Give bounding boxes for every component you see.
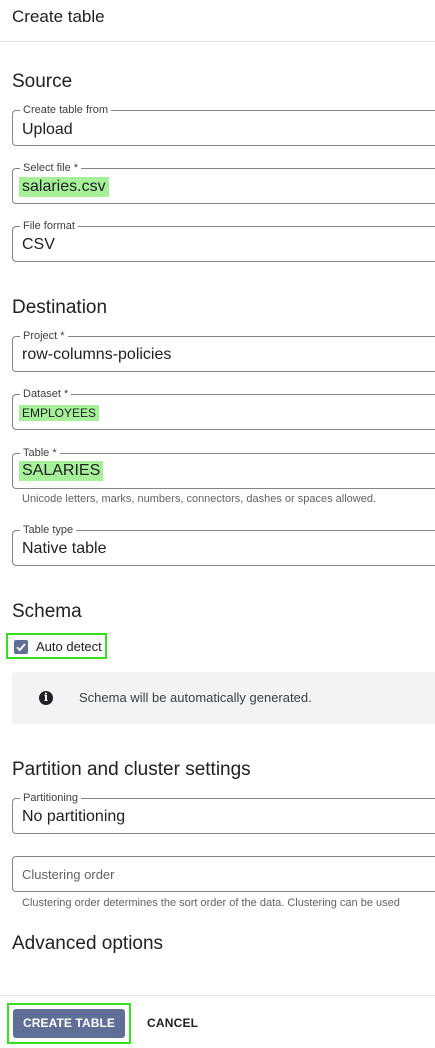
- file-format-value: CSV: [22, 236, 55, 253]
- dialog-title: Create table: [12, 7, 105, 26]
- checkbox-checked-icon[interactable]: [14, 640, 28, 654]
- source-section-title: Source: [12, 71, 73, 92]
- table-type-select[interactable]: Table type Native table: [12, 524, 435, 566]
- schema-info-box: i Schema will be automatically generated…: [12, 672, 435, 724]
- dataset-value: EMPLOYEES: [19, 405, 100, 421]
- clustering-order-input[interactable]: Clustering order: [12, 856, 435, 892]
- table-name-hint: Unicode letters, marks, numbers, connect…: [22, 493, 376, 505]
- select-file-value: salaries.csv: [19, 177, 109, 197]
- select-file-label: Select file *: [20, 162, 82, 175]
- cancel-button[interactable]: CANCEL: [147, 1016, 198, 1030]
- dataset-field[interactable]: Dataset * EMPLOYEES: [12, 388, 435, 430]
- create-table-from-value: Upload: [22, 121, 73, 138]
- schema-info-text: Schema will be automatically generated.: [79, 690, 312, 705]
- auto-detect-checkbox[interactable]: Auto detect: [6, 633, 107, 659]
- auto-detect-label: Auto detect: [36, 639, 102, 654]
- dialog-header: Create table: [0, 0, 435, 42]
- partition-section-title: Partition and cluster settings: [12, 759, 251, 780]
- file-format-select[interactable]: File format CSV: [12, 220, 435, 262]
- select-file-field[interactable]: Select file * salaries.csv: [12, 162, 435, 204]
- project-value: row-columns-policies: [22, 346, 172, 363]
- file-format-label: File format: [20, 220, 78, 233]
- create-table-button[interactable]: CREATE TABLE: [13, 1009, 125, 1038]
- partitioning-label: Partitioning: [20, 792, 82, 805]
- table-name-label: Table *: [20, 447, 60, 460]
- partitioning-value: No partitioning: [22, 808, 126, 825]
- table-type-value: Native table: [22, 540, 107, 557]
- table-name-value: SALARIES: [19, 461, 104, 481]
- create-table-from-label: Create table from: [20, 104, 111, 117]
- clustering-order-hint: Clustering order determines the sort ord…: [22, 897, 400, 909]
- dataset-label: Dataset *: [20, 388, 72, 401]
- schema-section-title: Schema: [12, 601, 82, 622]
- partitioning-select[interactable]: Partitioning No partitioning: [12, 792, 435, 834]
- info-icon: i: [39, 691, 53, 705]
- table-name-field[interactable]: Table * SALARIES: [12, 447, 435, 489]
- create-table-focus-outline: CREATE TABLE: [7, 1003, 131, 1044]
- project-field[interactable]: Project * row-columns-policies: [12, 330, 435, 372]
- clustering-order-placeholder: Clustering order: [22, 867, 115, 882]
- table-type-label: Table type: [20, 524, 77, 537]
- advanced-options-toggle[interactable]: Advanced options: [12, 933, 163, 955]
- create-table-from-select[interactable]: Create table from Upload: [12, 104, 435, 146]
- dialog-footer: CREATE TABLE CANCEL: [0, 995, 435, 1048]
- project-label: Project *: [20, 330, 68, 343]
- destination-section-title: Destination: [12, 297, 108, 318]
